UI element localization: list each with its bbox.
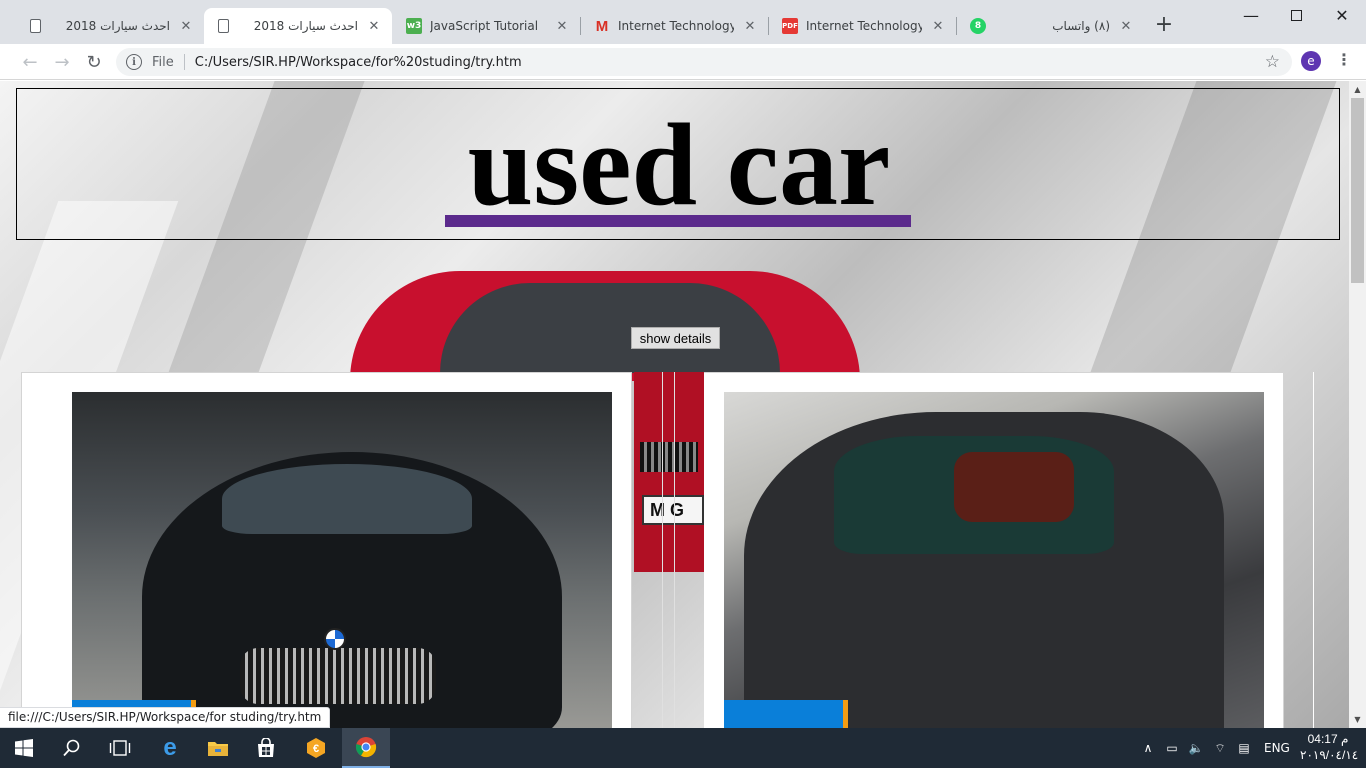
system-tray: ∧ ▭ 🔈 ⌔ ▤ ENG	[1136, 728, 1290, 768]
grey-bmw-photo	[724, 392, 1264, 728]
svg-text:€: €	[313, 743, 319, 755]
close-icon[interactable]: ✕	[1118, 19, 1134, 34]
volume-icon[interactable]: 🔈	[1184, 741, 1208, 755]
black-bmw-photo	[72, 392, 612, 728]
tab-strip: احدث سيارات 2018 ✕ احدث سيارات 2018 ✕ w3…	[0, 0, 1366, 44]
bmw-logo	[324, 628, 346, 650]
red-car-windshield	[440, 283, 780, 373]
info-icon[interactable]: i	[126, 54, 142, 70]
divider	[674, 372, 675, 728]
status-bar-url: file:///C:/Users/SIR.HP/Workspace/for st…	[0, 707, 331, 728]
chrome-icon[interactable]	[342, 728, 390, 768]
minimize-button[interactable]: —	[1228, 0, 1274, 30]
close-icon[interactable]: ✕	[742, 19, 758, 34]
gmail-icon: M	[595, 17, 609, 35]
forward-button[interactable]: →	[50, 50, 74, 74]
whatsapp-icon: 8	[970, 18, 986, 34]
wifi-icon[interactable]: ⌔	[1208, 741, 1232, 756]
task-view-icon[interactable]	[96, 728, 144, 768]
file-explorer-icon[interactable]	[194, 728, 242, 768]
maximize-button[interactable]	[1273, 0, 1319, 30]
car-windshield	[222, 464, 472, 534]
tab-title: Internet Technology Tas	[806, 19, 922, 33]
divider	[662, 372, 663, 728]
page-icon	[218, 19, 229, 33]
tab-gmail[interactable]: M Internet Technology Tas ✕	[580, 8, 768, 44]
close-icon[interactable]: ✕	[930, 19, 946, 34]
taskbar-clock[interactable]: 04:17 م ٢٠١٩/٠٤/١٤	[1300, 731, 1359, 763]
divider	[183, 54, 185, 70]
page-viewport: used car M G show details	[0, 81, 1349, 728]
battery-icon[interactable]: ▭	[1160, 741, 1184, 755]
w3schools-icon: w3	[406, 18, 422, 34]
close-icon[interactable]: ✕	[554, 19, 570, 34]
language-indicator[interactable]: ENG	[1264, 741, 1290, 755]
store-icon[interactable]	[242, 728, 290, 768]
page-icon	[30, 19, 41, 33]
page-title: used car	[467, 99, 891, 230]
tab-cars-2[interactable]: احدث سيارات 2018 ✕	[204, 8, 392, 44]
car-grille	[240, 648, 436, 704]
browser-toolbar: ← → ↻ i File C:/Users/SIR.HP/Workspace/f…	[0, 44, 1366, 80]
tab-title: احدث سيارات 2018	[65, 19, 170, 33]
tab-title: JavaScript Tutorial	[430, 19, 539, 33]
close-icon[interactable]: ✕	[366, 19, 382, 34]
chevron-up-icon[interactable]: ∧	[1136, 741, 1160, 755]
scroll-down-icon[interactable]: ▼	[1349, 711, 1366, 728]
car-interior	[954, 452, 1074, 522]
close-window-button[interactable]: ✕	[1319, 0, 1365, 30]
close-icon[interactable]: ✕	[178, 19, 194, 34]
divider	[1313, 372, 1314, 728]
address-bar[interactable]: i File C:/Users/SIR.HP/Workspace/for%20s…	[116, 48, 1292, 76]
tab-pdf[interactable]: PDF Internet Technology Tas ✕	[768, 8, 956, 44]
edge-icon[interactable]: e	[146, 728, 194, 768]
reload-button[interactable]: ↻	[82, 50, 106, 74]
title-underline	[445, 215, 911, 227]
clock-date: ٢٠١٩/٠٤/١٤	[1300, 748, 1359, 762]
back-button[interactable]: ←	[18, 50, 42, 74]
clock-time: 04:17 م	[1307, 732, 1349, 746]
tab-cars-1[interactable]: احدث سيارات 2018 ✕	[16, 8, 204, 44]
profile-avatar[interactable]: e	[1301, 51, 1321, 71]
search-icon[interactable]	[48, 728, 96, 768]
red-car-grille	[634, 372, 704, 572]
notification-icon[interactable]: ▤	[1232, 741, 1256, 755]
new-tab-button[interactable]: +	[1152, 14, 1176, 38]
url-text[interactable]: C:/Users/SIR.HP/Workspace/for%20studing/…	[195, 55, 522, 70]
scroll-up-icon[interactable]: ▲	[1349, 81, 1366, 98]
windows-start-icon[interactable]	[0, 728, 48, 768]
windows-taskbar: e € ∧ ▭ 🔈 ⌔ ▤ ENG 04:17 م ٢٠١٩/٠٤/١٤	[0, 728, 1366, 768]
app-icon[interactable]: €	[292, 728, 340, 768]
menu-icon[interactable]: ⋮	[1336, 50, 1352, 72]
tab-title: Internet Technology Tas	[618, 19, 734, 33]
pdf-icon: PDF	[782, 18, 798, 34]
bookmark-star-icon[interactable]: ☆	[1265, 52, 1280, 72]
scroll-thumb[interactable]	[1351, 98, 1364, 283]
license-plate: M G	[642, 495, 704, 525]
vertical-scrollbar[interactable]: ▲ ▼	[1349, 81, 1366, 728]
show-details-button[interactable]: show details	[631, 327, 720, 349]
tab-whatsapp[interactable]: 8 (٨) واتساب ✕	[956, 8, 1144, 44]
tab-title: (٨) واتساب	[1052, 19, 1110, 33]
tab-title: احدث سيارات 2018	[253, 19, 358, 33]
photo-badge	[724, 700, 848, 728]
scheme-label: File	[152, 54, 174, 70]
tab-javascript-tutorial[interactable]: w3 JavaScript Tutorial ✕	[392, 8, 580, 44]
